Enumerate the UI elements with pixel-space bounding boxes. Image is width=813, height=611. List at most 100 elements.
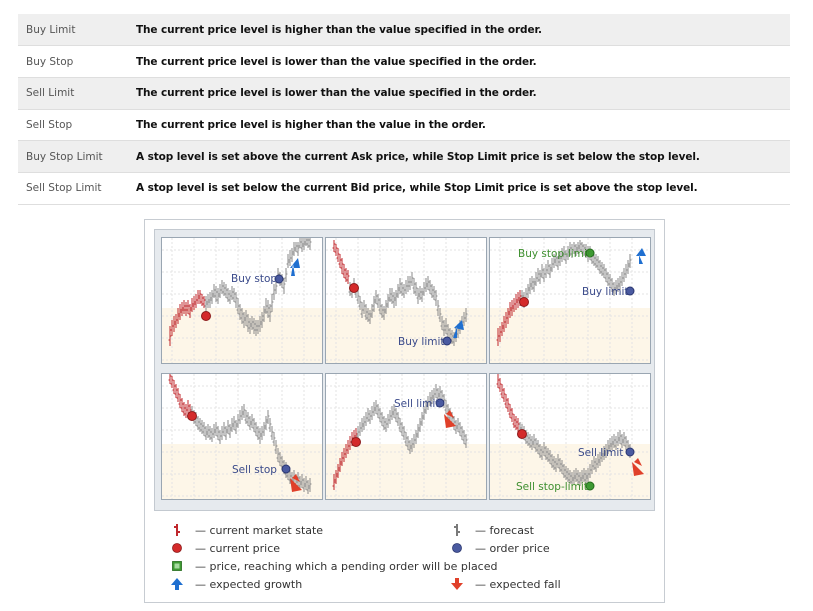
current-price-dot xyxy=(519,297,529,307)
pending-orders-figure: Buy stop Buy limit Buy stop-limit Buy li… xyxy=(144,219,665,603)
order-type-cell: Buy Stop Limit xyxy=(26,150,103,163)
panel-buy-limit: Buy limit xyxy=(325,237,487,364)
legend-expected-fall: — expected fall xyxy=(445,576,561,592)
order-type-cell: Buy Stop xyxy=(26,55,74,68)
ohlc-bar xyxy=(386,414,390,428)
ohlc-bar xyxy=(406,276,410,292)
current-price-dot xyxy=(187,411,197,421)
ohlc-bar xyxy=(220,426,224,440)
ohlc-bar xyxy=(526,284,530,298)
ohlc-bar xyxy=(214,422,218,436)
ohlc-bar xyxy=(212,424,216,438)
ohlc-bar xyxy=(420,288,424,302)
ohlc-bar xyxy=(202,422,206,436)
panel-buy-stop: Buy stop xyxy=(161,237,323,364)
order-types-table: Buy Limit The current price level is hig… xyxy=(18,14,790,205)
order-description-cell: A stop level is set above the current As… xyxy=(136,150,700,163)
red-dot-icon xyxy=(165,540,189,556)
legend-order-price: — order price xyxy=(445,540,550,556)
order-price-dot xyxy=(281,464,291,474)
panel-buy-stop-limit: Buy stop-limit Buy limit xyxy=(489,237,651,364)
arrow-up-icon xyxy=(636,248,646,264)
ohlc-bar xyxy=(404,280,408,294)
ohlc-bar xyxy=(286,254,290,268)
table-row: Sell Limit The current price level is lo… xyxy=(18,77,790,110)
blue-dot-icon xyxy=(445,540,469,556)
ohlc-bar xyxy=(242,404,246,418)
ohlc-bar xyxy=(196,290,200,304)
ohlc-bar xyxy=(172,380,176,394)
red-bar-icon xyxy=(165,522,189,538)
table-row: Sell Stop Limit A stop level is set belo… xyxy=(18,172,790,205)
ohlc-bar xyxy=(358,422,362,436)
ohlc-bar xyxy=(408,276,412,290)
ohlc-bar xyxy=(624,264,628,278)
ohlc-bar xyxy=(338,254,342,268)
legend-expected-growth: — expected growth xyxy=(165,576,302,592)
ohlc-bar xyxy=(222,422,226,436)
current-price-dot xyxy=(517,429,527,439)
legend-forecast: — forecast xyxy=(445,522,534,538)
ohlc-bar xyxy=(622,268,626,282)
ohlc-bar xyxy=(238,410,242,424)
buy-stop-limit-label: Buy stop-limit xyxy=(518,248,591,260)
order-price-dot xyxy=(625,447,635,457)
current-price-dot xyxy=(349,283,359,293)
ohlc-bar xyxy=(374,400,378,414)
table-row: Buy Stop The current price level is lowe… xyxy=(18,46,790,78)
ohlc-bar xyxy=(508,404,512,418)
ohlc-bar xyxy=(358,296,362,310)
price-chart xyxy=(162,374,322,499)
current-price-dot xyxy=(201,311,211,321)
ohlc-bar xyxy=(616,432,620,446)
ohlc-bar xyxy=(372,402,376,416)
ohlc-bar xyxy=(186,400,190,414)
ohlc-bar xyxy=(210,290,214,304)
arrow-down-icon xyxy=(445,576,469,592)
ohlc-bar xyxy=(426,276,430,290)
ohlc-bar xyxy=(298,238,302,248)
sell-limit-label: Sell limit xyxy=(578,447,624,459)
ohlc-bar xyxy=(362,416,366,430)
sell-stop-limit-label: Sell stop-limit xyxy=(516,481,588,493)
ohlc-bar xyxy=(284,268,288,282)
legend-current-market-state: — current market state xyxy=(165,522,323,538)
table-row: Sell Stop The current price level is hig… xyxy=(18,109,790,141)
order-description-cell: A stop level is set below the current Bi… xyxy=(136,182,698,195)
table-row: Buy Stop Limit A stop level is set above… xyxy=(18,140,790,173)
ohlc-bar xyxy=(262,422,266,436)
legend-current-price: — current price xyxy=(165,540,280,556)
ohlc-bar xyxy=(388,410,392,424)
ohlc-bar xyxy=(294,242,298,252)
ohlc-bar xyxy=(342,264,346,278)
ohlc-bar xyxy=(250,414,254,428)
ohlc-bar xyxy=(232,416,236,430)
ohlc-bar xyxy=(356,290,360,304)
ohlc-bar xyxy=(596,256,600,270)
order-description-cell: The current price level is lower than th… xyxy=(136,55,537,68)
panel-grid: Buy stop Buy limit Buy stop-limit Buy li… xyxy=(154,229,655,511)
ohlc-bar xyxy=(602,264,606,278)
order-type-cell: Buy Limit xyxy=(26,23,76,36)
green-square-icon xyxy=(165,558,189,574)
order-type-cell: Sell Limit xyxy=(26,87,75,100)
legend-price-reaching: — price, reaching which a pending order … xyxy=(165,558,497,574)
ohlc-bar xyxy=(618,430,622,444)
panel-sell-stop-limit: Sell limit Sell stop-limit xyxy=(489,373,651,500)
ohlc-bar xyxy=(504,394,508,408)
ohlc-bar xyxy=(260,426,264,440)
order-description-cell: The current price level is higher than t… xyxy=(136,23,542,36)
ohlc-bar xyxy=(178,394,182,408)
buy-stop-label: Buy stop xyxy=(231,273,278,285)
ohlc-bar xyxy=(296,242,300,256)
current-price-dot xyxy=(351,437,361,447)
ohlc-bar xyxy=(232,288,236,302)
ohlc-bar xyxy=(270,426,274,440)
ohlc-bar xyxy=(424,278,428,292)
ohlc-bar xyxy=(168,374,172,384)
ohlc-bar xyxy=(444,400,448,414)
table-row: Buy Limit The current price level is hig… xyxy=(18,14,790,46)
ohlc-bar xyxy=(414,430,418,444)
ohlc-bar xyxy=(364,412,368,426)
order-type-cell: Sell Stop Limit xyxy=(26,182,102,195)
